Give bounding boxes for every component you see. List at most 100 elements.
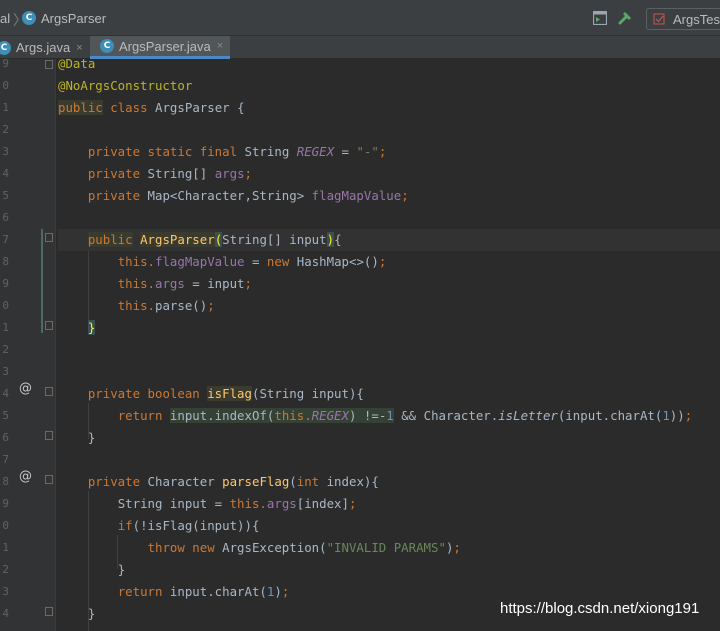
- keyword: return: [117, 584, 163, 599]
- line-number: 0: [2, 79, 9, 92]
- expression: input.indexOf(: [169, 408, 275, 423]
- fold-marker-icon[interactable]: [45, 387, 53, 396]
- line-number: 4: [2, 387, 9, 400]
- semicolon: ;: [244, 276, 252, 291]
- code-line: }: [58, 559, 720, 581]
- keyword: this.: [117, 254, 155, 269]
- keyword: this.: [117, 276, 155, 291]
- line-number: 2: [2, 343, 9, 356]
- type: String: [244, 144, 290, 159]
- breadcrumb-class[interactable]: C ArgsParser: [22, 0, 106, 36]
- fold-marker-icon[interactable]: [45, 233, 53, 242]
- bracket-match: }: [87, 320, 96, 335]
- annotation: @Data: [58, 59, 96, 71]
- line-number: 6: [2, 431, 9, 444]
- keyword: this.: [229, 496, 267, 511]
- line-number: 9: [2, 59, 9, 70]
- breadcrumb-package[interactable]: al: [0, 0, 10, 36]
- parameters: (String input){: [251, 386, 364, 401]
- line-number: 0: [2, 519, 9, 532]
- class-name: ArgsParser: [155, 100, 230, 115]
- paren: ): [274, 584, 282, 599]
- code-line: private String[] args;: [58, 163, 720, 185]
- fold-marker-icon[interactable]: [45, 321, 53, 330]
- run-console-icon[interactable]: [593, 11, 607, 25]
- code-line: private Character parseFlag(int index){: [58, 471, 720, 493]
- keyword: if: [117, 518, 133, 533]
- semicolon: ;: [244, 166, 252, 181]
- override-marker-icon[interactable]: @: [19, 469, 32, 484]
- field: flagMapValue: [155, 254, 245, 269]
- semicolon: ;: [684, 408, 693, 423]
- class-icon: C: [100, 39, 114, 53]
- line-number: 1: [2, 541, 9, 554]
- override-marker-icon[interactable]: @: [19, 381, 32, 396]
- field: flagMapValue: [311, 188, 402, 203]
- keyword: new: [266, 254, 290, 269]
- keyword: public: [58, 100, 103, 115]
- close-icon[interactable]: ×: [76, 42, 82, 54]
- fold-marker-icon[interactable]: [45, 607, 53, 616]
- brace: {: [334, 232, 342, 247]
- method-name: parseFlag: [222, 474, 290, 489]
- expression: = input: [184, 276, 245, 291]
- editor-tab-bar: C Args.java × C ArgsParser.java ×: [0, 36, 720, 59]
- string-literal: "INVALID PARAMS": [326, 540, 446, 555]
- keyword: private: [87, 188, 141, 203]
- code-editor[interactable]: 9 0 1 2 3 4 5 6 7 8 9 0 1 2 3 4 5 6 7 8 …: [0, 59, 720, 631]
- field: args: [266, 496, 297, 511]
- code-line: if(!isFlag(input)){: [58, 515, 720, 537]
- annotation: @NoArgsConstructor: [58, 78, 193, 93]
- expression: )): [669, 408, 685, 423]
- fold-marker-icon[interactable]: [45, 475, 53, 484]
- line-number: 3: [2, 365, 9, 378]
- keyword: class: [110, 100, 148, 115]
- keyword: private static final: [87, 144, 238, 159]
- semicolon: ;: [348, 496, 357, 511]
- semicolon: ;: [378, 254, 387, 269]
- code-line: throw new ArgsException("INVALID PARAMS"…: [58, 537, 720, 559]
- field: REGEX: [311, 408, 349, 423]
- expression: && Character.: [393, 408, 499, 423]
- code-line: this.flagMapValue = new HashMap<>();: [58, 251, 720, 273]
- close-icon[interactable]: ×: [217, 40, 223, 52]
- code-line: }: [58, 317, 720, 339]
- build-hammer-icon[interactable]: [618, 10, 634, 26]
- brace: }: [117, 562, 126, 577]
- method-name: ArgsParser: [140, 232, 215, 247]
- code-line: return input.indexOf(this.REGEX) !=-1 &&…: [58, 405, 720, 427]
- code-line: private Map<Character,String> flagMapVal…: [58, 185, 720, 207]
- fold-marker-icon[interactable]: [45, 60, 53, 69]
- brace: }: [87, 606, 96, 621]
- parameters: String[] input: [222, 232, 327, 247]
- class-icon: C: [22, 11, 36, 25]
- keyword: private: [87, 474, 141, 489]
- type: Character: [147, 474, 215, 489]
- parameters: index){: [319, 474, 379, 489]
- code-line: this.parse();: [58, 295, 720, 317]
- line-number: 7: [2, 233, 9, 246]
- tab-argsparser-java[interactable]: C ArgsParser.java ×: [90, 36, 230, 59]
- field: args: [155, 276, 185, 291]
- tab-args-java[interactable]: C Args.java ×: [0, 36, 90, 59]
- vcs-change-marker: [41, 229, 43, 333]
- code-line: private static final String REGEX = "-";: [58, 141, 720, 163]
- fold-marker-icon[interactable]: [45, 431, 53, 440]
- type: Map<Character,String>: [147, 188, 305, 203]
- keyword: this.: [274, 408, 312, 423]
- code-line: public class ArgsParser {: [58, 97, 720, 119]
- brace: }: [87, 430, 96, 445]
- line-number: 5: [2, 189, 9, 202]
- field: args: [214, 166, 245, 181]
- line-number: 9: [2, 277, 9, 290]
- line-number: 3: [2, 145, 9, 158]
- string-literal: "-": [356, 144, 379, 159]
- keyword: return: [117, 408, 163, 423]
- tab-label: Args.java: [16, 40, 71, 55]
- bracket-match: ): [326, 232, 335, 247]
- operator: =: [244, 254, 267, 269]
- type: String[]: [147, 166, 208, 181]
- junit-test-icon: [653, 13, 665, 25]
- semicolon: ;: [281, 584, 290, 599]
- run-configuration-select[interactable]: ArgsTest: [646, 8, 720, 30]
